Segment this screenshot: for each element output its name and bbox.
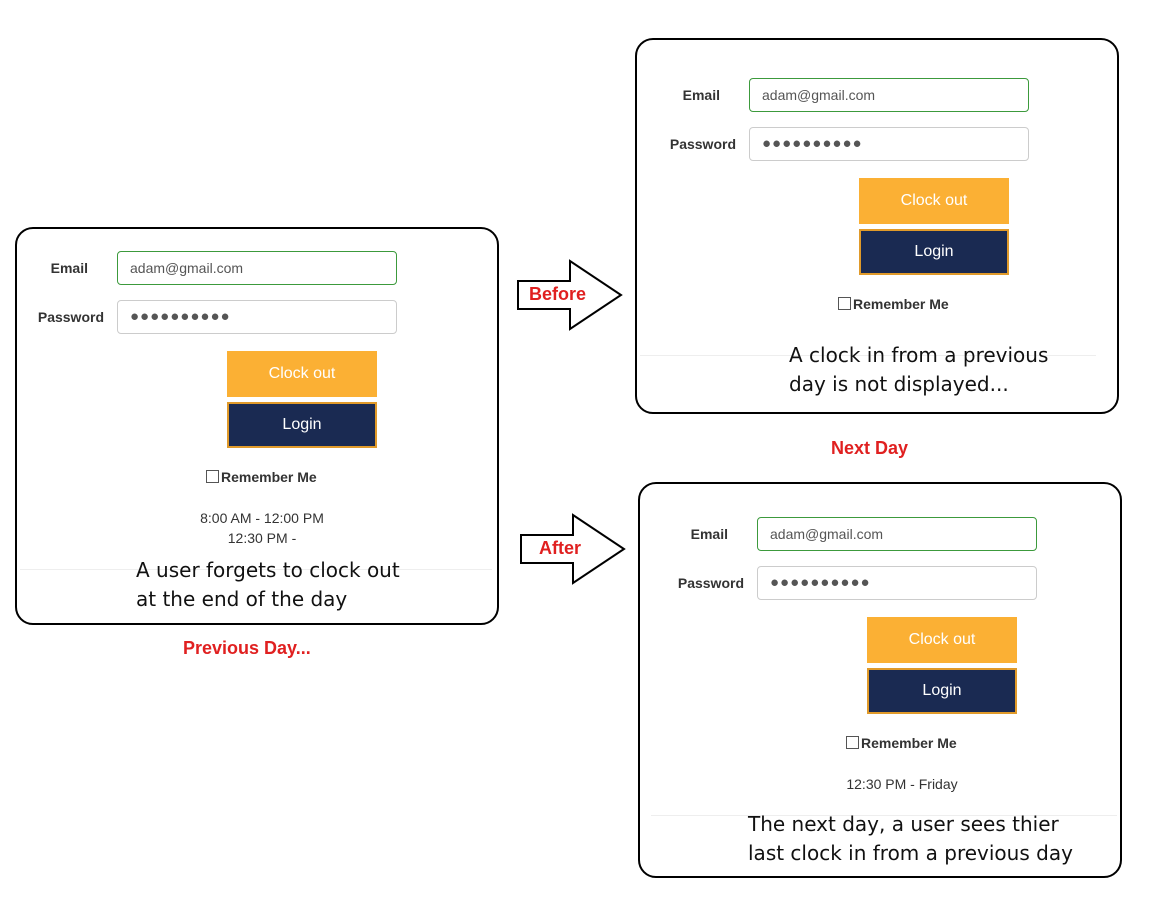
- after-label: After: [539, 538, 582, 558]
- login-button[interactable]: Login: [227, 402, 377, 448]
- time-entry-1: 8:00 AM - 12:00 PM: [200, 510, 324, 526]
- clock-out-button[interactable]: Clock out: [859, 178, 1009, 224]
- remember-me[interactable]: Remember Me: [206, 469, 317, 485]
- email-label: Email: [50, 260, 88, 276]
- password-label: Password: [37, 309, 104, 325]
- note-line-2: last clock in from a previous day: [748, 841, 1073, 865]
- before-label: Before: [529, 284, 587, 304]
- caption-previous-day: Previous Day...: [183, 638, 311, 658]
- remember-checkbox[interactable]: [846, 736, 859, 749]
- note-line-1: A clock in from a previous: [789, 343, 1049, 367]
- login-button[interactable]: Login: [867, 668, 1017, 714]
- remember-checkbox[interactable]: [206, 470, 219, 483]
- email-field[interactable]: adam@gmail.com: [117, 251, 397, 285]
- email-field[interactable]: adam@gmail.com: [749, 78, 1029, 112]
- remember-label: Remember Me: [221, 469, 317, 485]
- note-line-2: at the end of the day: [136, 587, 348, 611]
- remember-label: Remember Me: [853, 296, 949, 312]
- email-label: Email: [690, 526, 728, 542]
- clock-out-button[interactable]: Clock out: [867, 617, 1017, 663]
- password-field[interactable]: ●●●●●●●●●●: [757, 566, 1037, 600]
- note-line-1: A user forgets to clock out: [136, 558, 400, 582]
- email-label: Email: [682, 87, 720, 103]
- password-label: Password: [677, 575, 744, 591]
- login-button[interactable]: Login: [859, 229, 1009, 275]
- clock-out-button[interactable]: Clock out: [227, 351, 377, 397]
- note-line-2: day is not displayed...: [789, 372, 1009, 396]
- time-entry-1: 12:30 PM - Friday: [846, 776, 958, 792]
- password-label: Password: [669, 136, 736, 152]
- remember-me[interactable]: Remember Me: [838, 296, 949, 312]
- note-line-1: The next day, a user sees thier: [748, 812, 1059, 836]
- email-field[interactable]: adam@gmail.com: [757, 517, 1037, 551]
- remember-checkbox[interactable]: [838, 297, 851, 310]
- time-entry-2: 12:30 PM -: [227, 530, 297, 546]
- password-field[interactable]: ●●●●●●●●●●: [117, 300, 397, 334]
- remember-me[interactable]: Remember Me: [846, 735, 957, 751]
- caption-next-day: Next Day: [831, 438, 909, 458]
- remember-label: Remember Me: [861, 735, 957, 751]
- password-field[interactable]: ●●●●●●●●●●: [749, 127, 1029, 161]
